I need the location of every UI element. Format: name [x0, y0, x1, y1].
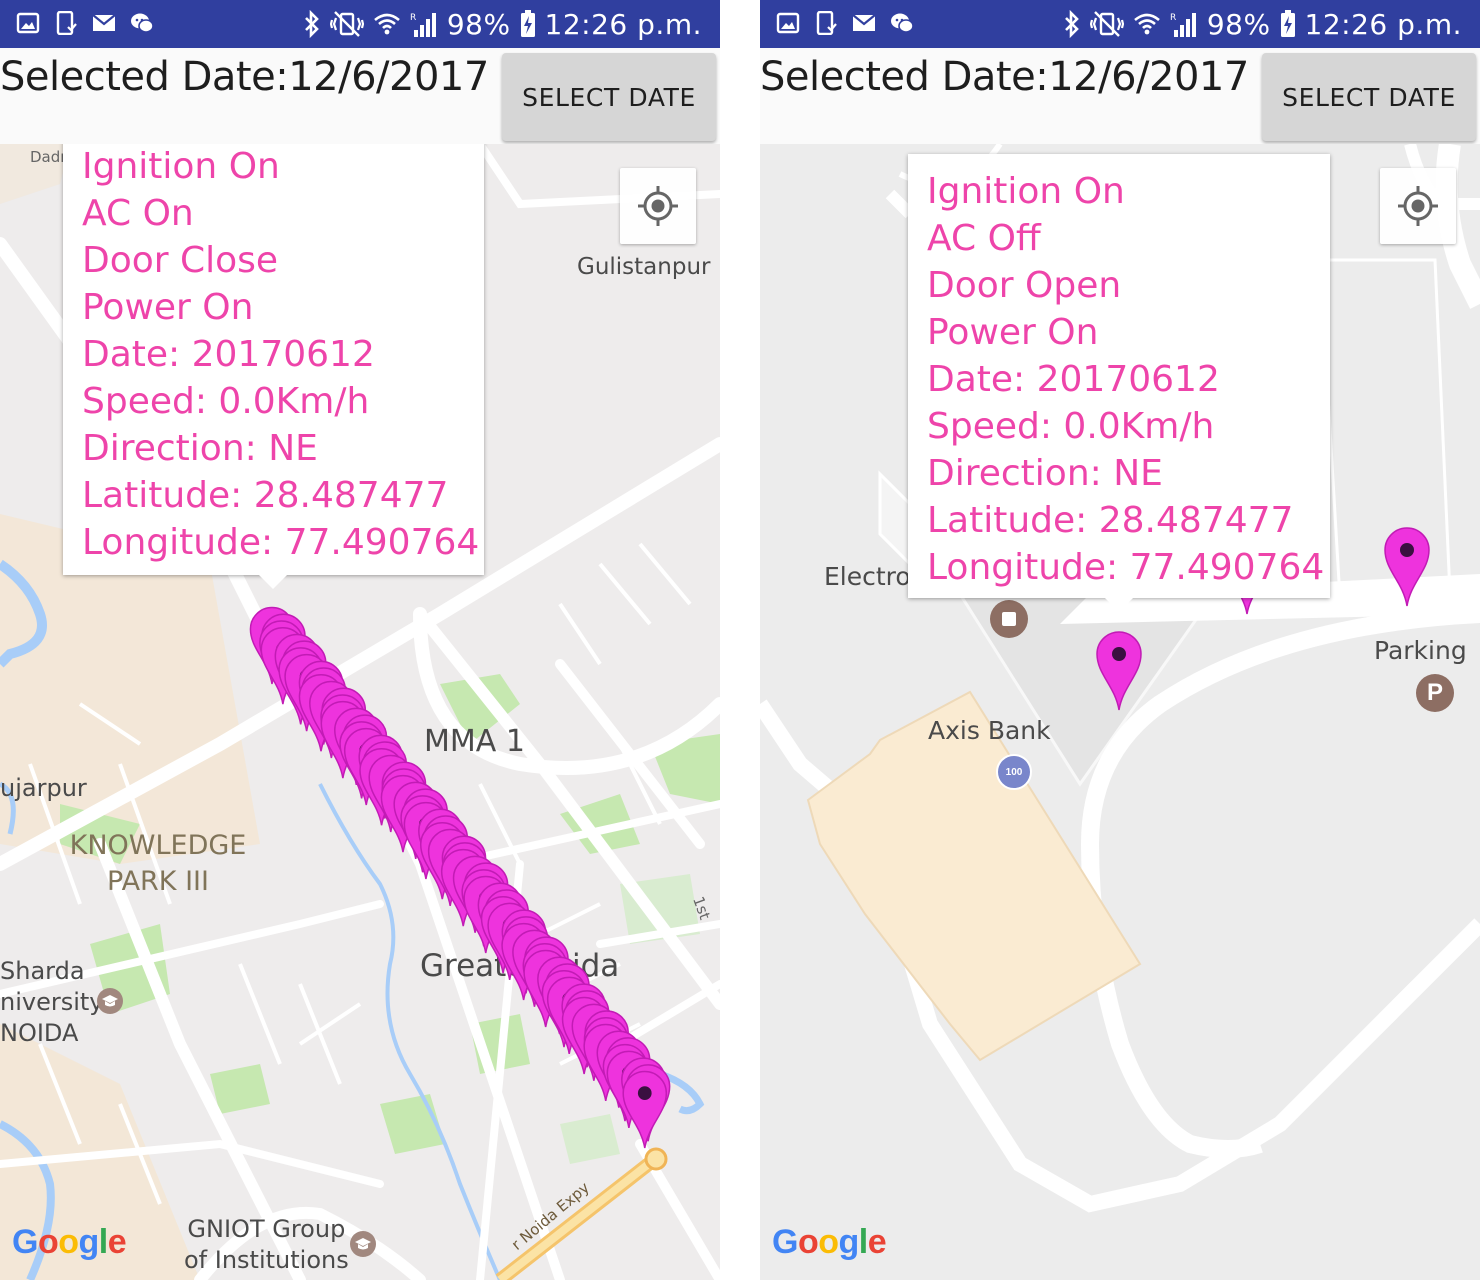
gallery-icon — [16, 12, 40, 34]
battery-percent: 98% — [1206, 7, 1271, 41]
info-window-pointer — [259, 575, 287, 589]
vibrate-icon — [1089, 11, 1124, 37]
selected-date-label: Selected Date:12/6/2017 — [760, 54, 1249, 100]
selected-date-label: Selected Date:12/6/2017 — [0, 54, 489, 100]
info-power: Power On — [82, 287, 254, 328]
my-location-icon — [1398, 186, 1438, 226]
info-direction: Direction: NE — [82, 428, 318, 469]
info-door: Door Close — [82, 240, 279, 281]
info-speed: Speed: 0.0Km/h — [927, 406, 1215, 447]
battery-charging-icon — [1280, 10, 1295, 37]
info-date: Date: 20170612 — [927, 359, 1220, 400]
my-location-button[interactable] — [1380, 168, 1456, 244]
battery-percent: 98% — [446, 7, 511, 41]
signal-icon: R — [1170, 13, 1196, 37]
vibrate-icon — [329, 11, 364, 37]
map-marker-icon[interactable] — [1384, 527, 1430, 607]
status-bar: R 98% 12:26 p.m. — [0, 0, 720, 48]
map-view[interactable]: Dadri Gulistanpur MMA 1 ujarpur KNOWLEDG… — [0, 144, 720, 1280]
mail-icon — [92, 14, 116, 31]
svg-text:R: R — [410, 13, 417, 23]
select-date-button[interactable]: SELECT DATE — [502, 53, 716, 141]
wifi-icon — [373, 13, 400, 35]
my-location-icon — [638, 186, 678, 226]
gallery-icon — [776, 12, 800, 34]
tablet-icon — [56, 11, 77, 35]
info-ac: AC On — [82, 193, 194, 234]
svg-text:R: R — [1170, 13, 1177, 23]
status-bar: R 98% 12:26 p.m. — [760, 0, 1480, 48]
marker-info-window: Ignition On AC Off Door Open Power On Da… — [908, 154, 1330, 612]
info-date: Date: 20170612 — [82, 334, 375, 375]
tablet-icon — [816, 11, 837, 35]
map-marker-icon[interactable] — [1096, 631, 1142, 711]
info-longitude: Longitude: 77.490764 — [82, 522, 480, 563]
google-logo: Google — [12, 1223, 127, 1261]
google-logo: Google — [772, 1223, 887, 1261]
phone-screen-left: R 98% 12:26 p.m. Selected Date:12/6/2017… — [0, 0, 720, 1280]
clock: 12:26 p.m. — [1304, 7, 1462, 41]
info-speed: Speed: 0.0Km/h — [82, 381, 370, 422]
map-marker-icon[interactable] — [622, 1070, 668, 1149]
mail-icon — [852, 14, 876, 31]
info-longitude: Longitude: 77.490764 — [927, 547, 1325, 588]
info-window-pointer — [1105, 598, 1133, 612]
battery-charging-icon — [520, 10, 535, 37]
info-power: Power On — [927, 312, 1099, 353]
clock: 12:26 p.m. — [544, 7, 702, 41]
phone-screen-right: R 98% 12:26 p.m. Selected Date:12/6/2017… — [760, 0, 1480, 1280]
info-ignition: Ignition On — [927, 171, 1125, 212]
bluetooth-icon — [304, 10, 319, 38]
info-direction: Direction: NE — [927, 453, 1163, 494]
info-ignition: Ignition On — [82, 146, 280, 187]
signal-icon: R — [410, 13, 436, 37]
info-ac: AC Off — [927, 218, 1041, 259]
wechat-icon — [891, 13, 914, 33]
my-location-button[interactable] — [620, 168, 696, 244]
wifi-icon — [1133, 13, 1160, 35]
select-date-button[interactable]: SELECT DATE — [1262, 53, 1476, 141]
map-view[interactable]: Electron Axis Bank Parking 100 P Ignitio… — [760, 144, 1480, 1280]
wechat-icon — [131, 13, 154, 33]
bluetooth-icon — [1064, 10, 1079, 38]
info-latitude: Latitude: 28.487477 — [82, 475, 449, 516]
marker-info-window: Ignition On AC On Door Close Power On Da… — [63, 144, 484, 589]
info-door: Door Open — [927, 265, 1122, 306]
info-latitude: Latitude: 28.487477 — [927, 500, 1294, 541]
